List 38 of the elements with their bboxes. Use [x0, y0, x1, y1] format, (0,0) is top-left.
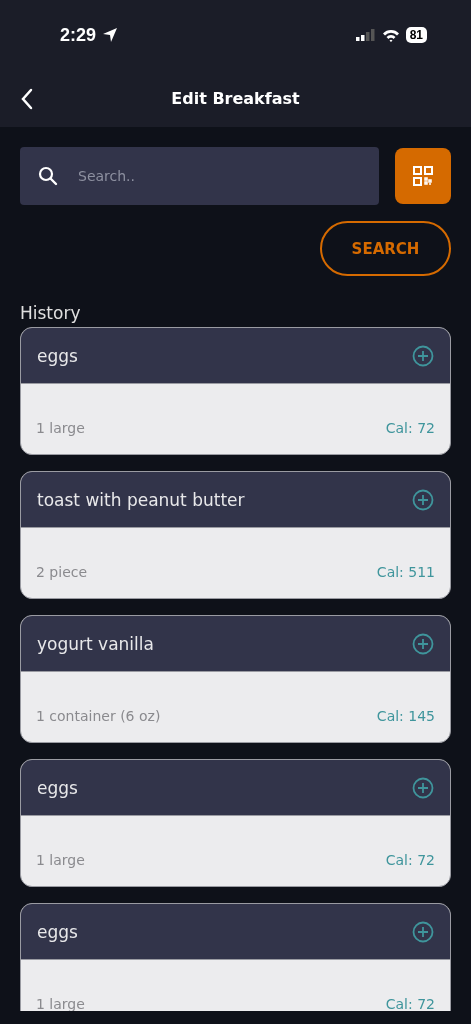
- add-icon[interactable]: [412, 344, 434, 367]
- food-card[interactable]: toast with peanut butter 2 piece Cal: 511: [20, 471, 451, 599]
- add-icon[interactable]: [412, 920, 434, 943]
- add-icon[interactable]: [412, 632, 434, 655]
- search-button[interactable]: SEARCH: [320, 221, 451, 276]
- page-title: Edit Breakfast: [171, 89, 300, 108]
- signal-icon: [355, 29, 376, 41]
- serving-size: 1 large: [36, 852, 85, 868]
- food-name: eggs: [37, 921, 78, 942]
- food-name: eggs: [37, 777, 78, 798]
- calorie-count: Cal: 511: [376, 564, 435, 580]
- add-icon[interactable]: [412, 488, 434, 511]
- food-name: toast with peanut butter: [37, 489, 245, 510]
- add-icon[interactable]: [412, 776, 434, 799]
- battery-level: 81: [405, 27, 427, 43]
- calorie-count: Cal: 145: [376, 708, 435, 724]
- food-card[interactable]: eggs 1 large Cal: 72: [20, 327, 451, 455]
- location-arrow-icon: [102, 27, 119, 43]
- search-field[interactable]: Search..: [20, 147, 379, 205]
- serving-size: 2 piece: [36, 564, 88, 580]
- food-name: eggs: [37, 345, 78, 366]
- qr-code-button[interactable]: [395, 148, 451, 204]
- serving-size: 1 large: [36, 420, 85, 436]
- status-time: 2:29: [60, 24, 97, 46]
- back-button[interactable]: [20, 87, 34, 110]
- food-card[interactable]: eggs 1 large Cal: 72: [20, 759, 451, 887]
- calorie-count: Cal: 72: [385, 852, 435, 868]
- serving-size: 1 container (6 oz): [36, 708, 161, 724]
- serving-size: 1 large: [36, 996, 85, 1011]
- calorie-count: Cal: 72: [385, 996, 435, 1011]
- wifi-icon: [381, 28, 400, 42]
- food-card[interactable]: eggs 1 large Cal: 72: [20, 903, 451, 1011]
- food-card[interactable]: yogurt vanilla 1 container (6 oz) Cal: 145: [20, 615, 451, 743]
- qr-code-icon: [412, 165, 434, 187]
- food-name: yogurt vanilla: [37, 633, 154, 654]
- calorie-count: Cal: 72: [385, 420, 435, 436]
- section-title: History: [20, 303, 82, 323]
- search-icon: [38, 166, 58, 186]
